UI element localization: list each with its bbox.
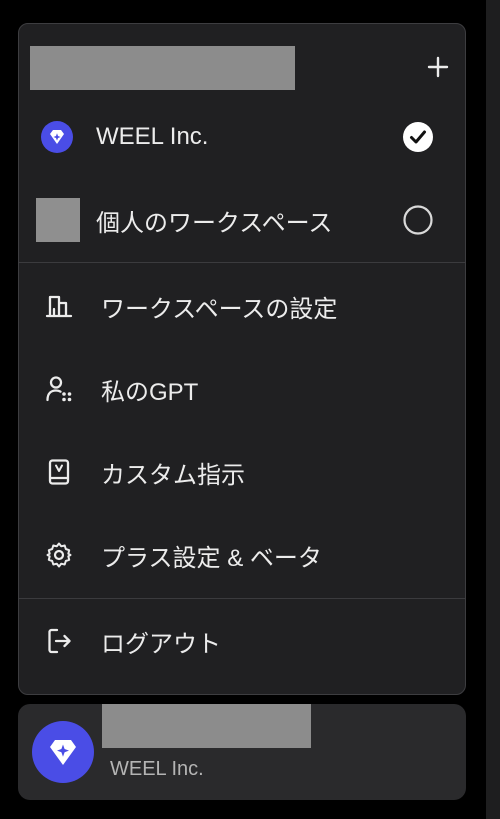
workspace-item-personal[interactable]: 個人のワークスペース — [19, 190, 465, 250]
diamond-sparkle-logo-icon — [41, 121, 73, 153]
menu-item-label: 私のGPT — [101, 378, 199, 406]
add-workspace-button[interactable] — [425, 54, 451, 80]
redacted-menu-header — [30, 46, 295, 90]
building-icon — [43, 290, 75, 322]
divider — [19, 598, 465, 599]
menu-item-label: プラス設定 & ベータ — [101, 544, 322, 572]
my-gpts-item[interactable]: 私のGPT — [19, 359, 465, 419]
personal-workspace-avatar — [36, 198, 80, 242]
menu-item-label: ワークスペースの設定 — [101, 295, 338, 323]
logout-item[interactable]: ログアウト — [19, 611, 465, 671]
workspace-settings-item[interactable]: ワークスペースの設定 — [19, 276, 465, 336]
custom-instructions-item[interactable]: カスタム指示 — [19, 442, 465, 502]
plus-icon — [427, 56, 449, 78]
workspace-label: 個人のワークスペース — [96, 209, 333, 237]
plus-settings-beta-item[interactable]: プラス設定 & ベータ — [19, 525, 465, 585]
book-icon — [43, 456, 75, 488]
account-org-name: WEEL Inc. — [110, 758, 204, 780]
redacted-user-name — [102, 704, 311, 748]
workspace-label: WEEL Inc. — [96, 123, 209, 150]
unselected-radio-icon — [402, 204, 434, 236]
workspace-item-weel[interactable]: WEEL Inc. — [19, 107, 465, 167]
account-menu: WEEL Inc. 個人のワークスペース ワークスペースの設定 私のGPT カス… — [18, 23, 466, 695]
selected-check-icon — [402, 121, 434, 153]
diamond-sparkle-logo-icon — [50, 740, 76, 765]
gear-icon — [43, 539, 75, 571]
user-dots-icon — [43, 373, 75, 405]
menu-item-label: ログアウト — [101, 630, 221, 658]
menu-item-label: カスタム指示 — [101, 461, 245, 489]
divider — [19, 262, 465, 263]
sidebar-edge — [486, 0, 500, 819]
account-button[interactable]: WEEL Inc. — [18, 704, 466, 800]
avatar — [32, 721, 94, 783]
logout-icon — [43, 625, 75, 657]
